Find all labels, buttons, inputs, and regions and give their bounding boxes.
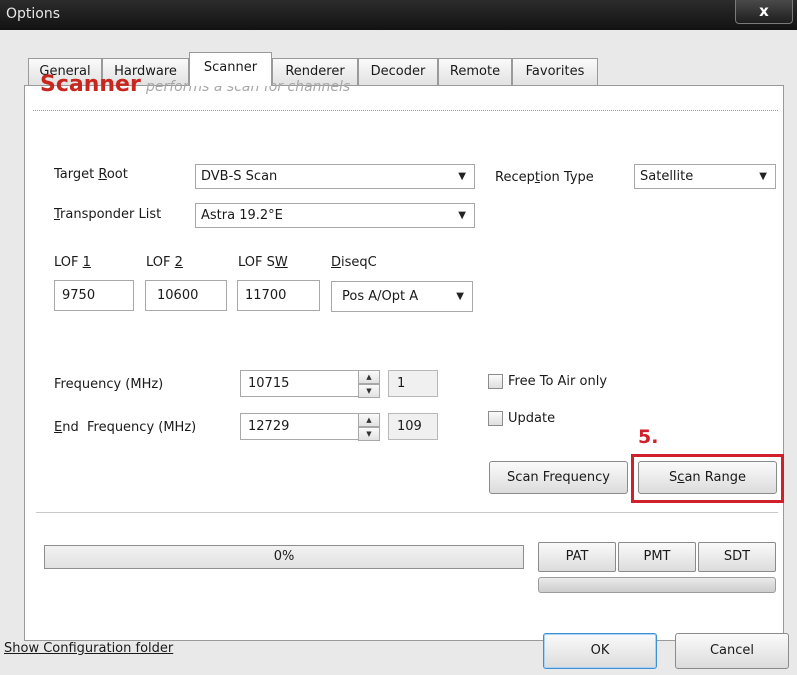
diseqc-label: DiseqC (331, 255, 377, 270)
separator (36, 512, 778, 514)
tab-decoder[interactable]: Decoder (358, 58, 438, 85)
transponder-list-label: Transponder List (54, 207, 162, 222)
sdt-button[interactable]: SDT (698, 542, 776, 572)
close-icon: x (759, 2, 769, 20)
reception-type-select[interactable]: Satellite ▼ (634, 164, 776, 189)
free-to-air-checkbox[interactable] (488, 374, 503, 389)
progress-text: 0% (273, 549, 295, 564)
chevron-down-icon: ▼ (759, 171, 767, 182)
diseqc-select[interactable]: Pos A/Opt A ▼ (331, 281, 473, 312)
step-annotation: 5. (638, 426, 659, 448)
spin-up-icon[interactable]: ▲ (358, 413, 380, 427)
chevron-down-icon: ▼ (458, 171, 466, 182)
end-frequency-spinner[interactable]: ▲ ▼ (358, 413, 380, 441)
spin-up-icon[interactable]: ▲ (358, 370, 380, 384)
scan-range-button[interactable]: Scan Range (638, 461, 777, 494)
scan-progress-bar: 0% (44, 545, 524, 569)
close-button[interactable]: x (735, 0, 793, 24)
target-root-select[interactable]: DVB-S Scan ▼ (195, 164, 475, 189)
lof2-label: LOF 2 (146, 255, 183, 270)
end-frequency-label: End Frequency (MHz) (54, 420, 197, 435)
end-frequency-index: 109 (388, 413, 438, 440)
lofsw-label: LOF SW (238, 255, 288, 270)
frequency-label: Frequency (MHz) (54, 377, 164, 392)
cancel-button[interactable]: Cancel (675, 633, 789, 669)
frequency-spinner[interactable]: ▲ ▼ (358, 370, 380, 398)
reception-type-label: Reception Type (495, 170, 594, 185)
lofsw-input[interactable]: 11700 (237, 280, 320, 311)
sub-progress-bar (538, 577, 776, 593)
update-label: Update (508, 411, 556, 426)
ok-button[interactable]: OK (543, 633, 657, 669)
scan-frequency-button[interactable]: Scan Frequency (489, 461, 628, 494)
lof2-input[interactable]: 10600 (145, 280, 227, 311)
window-title: Options (6, 6, 61, 22)
pmt-button[interactable]: PMT (618, 542, 696, 572)
lof1-label: LOF 1 (54, 255, 91, 270)
chevron-down-icon: ▼ (458, 210, 466, 221)
page-title: Scanner (40, 72, 141, 97)
target-root-label: Target Root (54, 167, 128, 182)
spin-down-icon[interactable]: ▼ (358, 427, 380, 441)
tab-favorites[interactable]: Favorites (512, 58, 598, 85)
update-checkbox[interactable] (488, 411, 503, 426)
show-config-folder-link[interactable]: Show Configuration folder (4, 641, 173, 656)
pat-button[interactable]: PAT (538, 542, 616, 572)
transponder-list-select[interactable]: Astra 19.2°E ▼ (195, 203, 475, 228)
spin-down-icon[interactable]: ▼ (358, 384, 380, 398)
free-to-air-label: Free To Air only (508, 374, 608, 389)
tab-remote[interactable]: Remote (438, 58, 512, 85)
frequency-index: 1 (388, 370, 438, 397)
title-bar (0, 0, 797, 30)
heading-divider (33, 110, 778, 111)
chevron-down-icon: ▼ (456, 291, 464, 302)
lof1-input[interactable]: 9750 (54, 280, 134, 311)
tab-scanner[interactable]: Scanner (189, 52, 272, 86)
